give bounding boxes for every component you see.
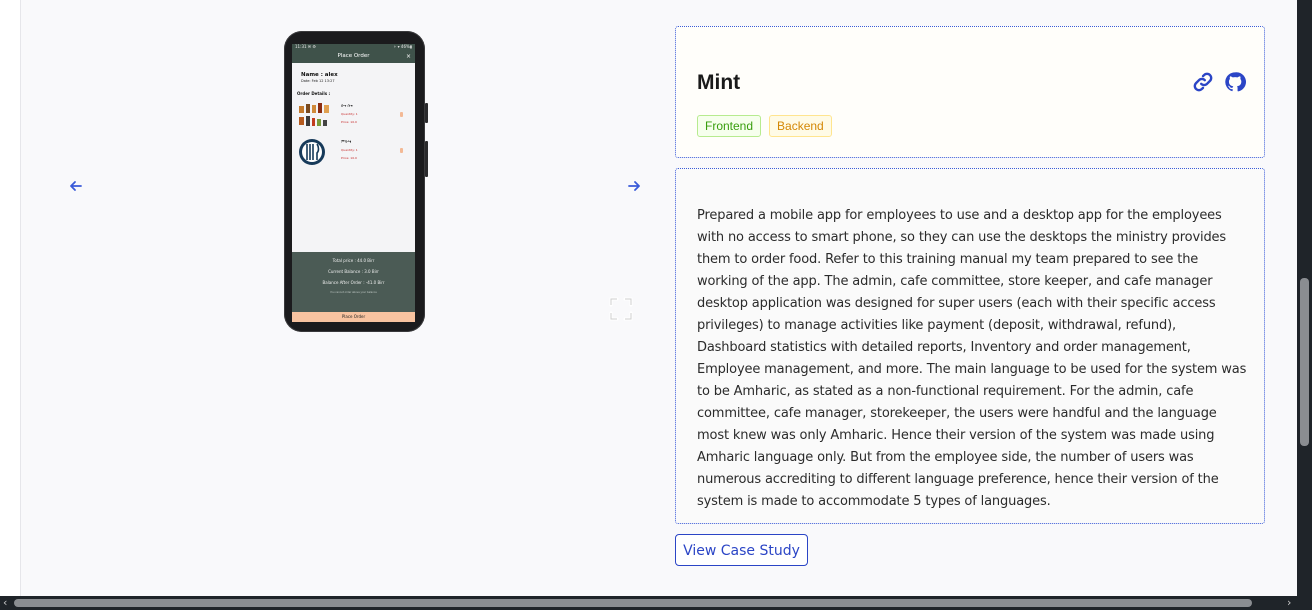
item-name: ምሳሃፃ	[341, 139, 352, 144]
current-balance: Current Balance : 3.0 Birr	[328, 269, 379, 274]
scroll-left-icon[interactable]: ‹	[3, 596, 7, 610]
remove-item-button	[400, 148, 403, 153]
tag-frontend: Frontend	[697, 115, 762, 137]
github-icon[interactable]	[1224, 71, 1246, 93]
item-price: Price: 10.0	[341, 156, 357, 160]
link-icon[interactable]	[1192, 71, 1214, 93]
customer-name: Name : alex	[301, 72, 338, 78]
view-case-study-button[interactable]: View Case Study	[675, 534, 808, 566]
order-date: Date: Feb 12 13:27	[301, 79, 335, 83]
balance-after-order: Balance After Order : -41.0 Birr	[322, 280, 385, 285]
item-quantity: Quantity: 1	[341, 148, 358, 152]
expand-image-button[interactable]	[607, 295, 635, 323]
order-details-heading: Order Details :	[297, 91, 331, 96]
order-summary: Total price : 44.0 Birr Current Balance …	[292, 252, 415, 312]
horizontal-scrollbar[interactable]: ‹ ›	[0, 596, 1312, 610]
horizontal-scrollbar-thumb[interactable]	[14, 599, 1252, 607]
carousel-prev-button[interactable]	[66, 176, 86, 196]
tag-list: Frontend Backend	[697, 115, 832, 137]
project-description-card: Prepared a mobile app for employees to u…	[675, 168, 1265, 524]
phone-side-button	[425, 103, 428, 123]
phone-app-bar: Place Order ×	[292, 50, 415, 63]
order-item: ቡና ቡና Quantity: 1 Price: 10.0	[292, 100, 415, 132]
item-name: ቡና ቡና	[341, 103, 353, 108]
close-icon: ×	[405, 53, 411, 60]
arrow-left-icon	[70, 181, 82, 191]
vertical-scrollbar[interactable]	[1297, 0, 1312, 596]
phone-mockup: 11:31 ✉ ⚙ ⚬ ▾ 46%▮ Place Order × Name : …	[284, 31, 428, 332]
item-quantity: Quantity: 1	[341, 112, 358, 116]
order-item: ምሳሃፃ Quantity: 1 Price: 10.0	[292, 136, 415, 168]
item-price: Price: 10.0	[341, 120, 357, 124]
phone-side-button	[425, 141, 428, 177]
remove-item-button	[400, 112, 403, 117]
place-order-button: Place Order	[292, 312, 415, 322]
vertical-scrollbar-thumb[interactable]	[1300, 278, 1309, 446]
project-title: Mint	[697, 71, 741, 94]
expand-icon	[609, 297, 633, 321]
app-bar-title: Place Order	[337, 53, 370, 59]
carousel-next-button[interactable]	[624, 176, 644, 196]
food-image	[299, 139, 325, 165]
phone-screen: 11:31 ✉ ⚙ ⚬ ▾ 46%▮ Place Order × Name : …	[292, 44, 415, 322]
drinks-image	[299, 103, 329, 126]
scroll-right-icon[interactable]: ›	[1287, 596, 1291, 610]
arrow-right-icon	[628, 181, 640, 191]
total-price: Total price : 44.0 Birr	[332, 258, 375, 263]
project-description: Prepared a mobile app for employees to u…	[697, 208, 1247, 509]
project-header-card: Mint Frontend Backend	[675, 26, 1265, 158]
project-links	[1192, 71, 1246, 93]
tag-backend: Backend	[769, 115, 832, 137]
balance-note: You cannot order above your balance	[330, 291, 377, 294]
